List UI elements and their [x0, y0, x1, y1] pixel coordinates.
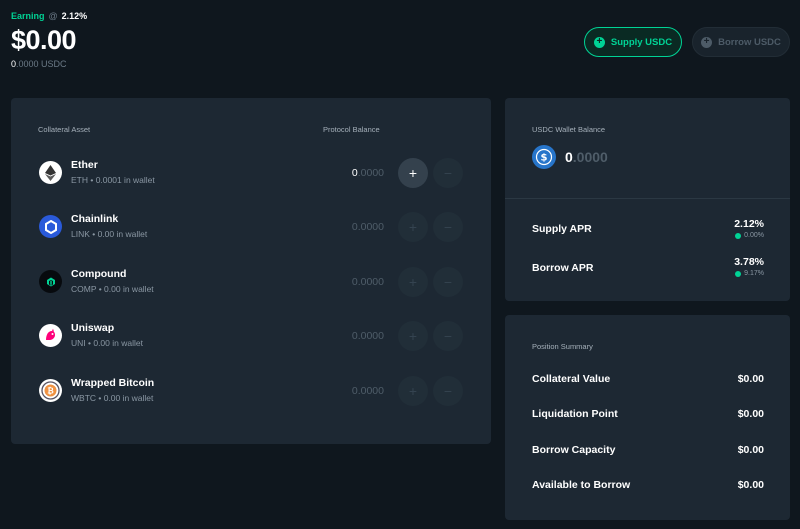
asset-protocol-balance: 0.0000 — [351, 385, 384, 397]
liquidation-point-label: Liquidation Point — [532, 408, 618, 420]
liquidation-point-value: $0.00 — [737, 408, 764, 420]
asset-protocol-balance: 0.0000 — [351, 276, 384, 288]
asset-wallet-balance: WBTC • 0.00 in wallet — [71, 393, 154, 403]
asset-name: Uniswap — [71, 322, 115, 334]
withdraw-chainlink-button[interactable]: − — [433, 212, 463, 242]
withdraw-ether-button[interactable]: − — [433, 158, 463, 188]
supply-apr-label: Supply APR — [532, 223, 592, 235]
asset-wallet-balance: COMP • 0.00 in wallet — [71, 284, 154, 294]
protocol-balance-header: Protocol Balance — [323, 125, 380, 134]
earning-row: Earning @ 2.12% — [11, 11, 87, 21]
available-to-borrow-value: $0.00 — [737, 479, 764, 491]
asset-row-wrapped-bitcoin: ₿ Wrapped Bitcoin WBTC • 0.00 in wallet … — [11, 371, 491, 411]
supply-usdc-button[interactable]: + Supply USDC — [584, 27, 682, 57]
balance-amount: $0.00 — [11, 25, 77, 55]
borrow-capacity-label: Borrow Capacity — [532, 444, 616, 456]
wallet-panel: USDC Wallet Balance $ 0.0000 Supply APR … — [505, 98, 790, 301]
borrow-capacity-value: $0.00 — [737, 444, 764, 456]
withdraw-uniswap-button[interactable]: − — [433, 321, 463, 351]
position-summary-title: Position Summary — [532, 342, 593, 351]
account-header: Earning @ 2.12% $0.00 0.0000 USDC — [11, 11, 87, 69]
compound-icon — [39, 270, 62, 293]
wrapped-bitcoin-icon: ₿ — [39, 379, 62, 402]
supply-ether-button[interactable]: + — [398, 158, 428, 188]
collateral-value: $0.00 — [737, 373, 764, 385]
wallet-amount: 0.0000 — [565, 149, 608, 165]
borrow-usdc-label: Borrow USDC — [718, 36, 781, 48]
asset-row-uniswap: Uniswap UNI • 0.00 in wallet 0.0000 + − — [11, 316, 491, 356]
supply-compound-button[interactable]: + — [398, 267, 428, 297]
asset-row-ether: Ether ETH • 0.0001 in wallet 0.0000 + − — [11, 153, 491, 193]
asset-name: Wrapped Bitcoin — [71, 377, 155, 389]
earning-label: Earning — [11, 11, 45, 21]
asset-protocol-balance: 0.0000 — [351, 221, 384, 233]
ether-icon — [39, 161, 62, 184]
asset-name: Chainlink — [71, 213, 119, 225]
borrow-apr-label: Borrow APR — [532, 262, 594, 274]
plus-circle-icon: + — [701, 36, 713, 48]
asset-wallet-balance: LINK • 0.00 in wallet — [71, 229, 148, 239]
earning-rate: 2.12% — [61, 11, 88, 21]
position-summary-panel: Position Summary Collateral Value $0.00 … — [505, 315, 790, 520]
asset-protocol-balance: 0.0000 — [351, 167, 384, 179]
asset-wallet-balance: ETH • 0.0001 in wallet — [71, 175, 155, 185]
available-to-borrow-label: Available to Borrow — [532, 479, 631, 491]
divider — [505, 198, 790, 199]
earning-at: @ — [48, 11, 58, 21]
supply-comp-apr: 0.00% — [735, 232, 764, 239]
borrow-comp-apr: 9.17% — [735, 270, 764, 277]
asset-row-compound: Compound COMP • 0.00 in wallet 0.0000 + … — [11, 262, 491, 302]
collateral-value-label: Collateral Value — [532, 373, 611, 385]
comp-icon — [735, 270, 742, 277]
supply-usdc-label: Supply USDC — [610, 36, 673, 48]
asset-name: Compound — [71, 268, 127, 280]
svg-text:₿: ₿ — [47, 387, 54, 396]
supply-chainlink-button[interactable]: + — [398, 212, 428, 242]
chainlink-icon — [39, 215, 62, 238]
withdraw-wrapped-bitcoin-button[interactable]: − — [433, 376, 463, 406]
usdc-icon: $ — [532, 145, 556, 169]
comp-icon — [735, 232, 742, 239]
plus-circle-icon: + — [593, 36, 605, 48]
balance-usdc: 0.0000 USDC — [11, 59, 67, 69]
asset-name: Ether — [71, 159, 98, 171]
asset-wallet-balance: UNI • 0.00 in wallet — [71, 338, 143, 348]
collateral-panel: Collateral Asset Protocol Balance Ether … — [11, 98, 491, 444]
collateral-asset-header: Collateral Asset — [38, 125, 91, 134]
borrow-usdc-button[interactable]: + Borrow USDC — [692, 27, 790, 57]
svg-text:$: $ — [541, 153, 548, 164]
supply-apr-value: 2.12% — [734, 218, 764, 230]
wallet-balance-title: USDC Wallet Balance — [532, 125, 606, 134]
asset-protocol-balance: 0.0000 — [351, 330, 384, 342]
supply-uniswap-button[interactable]: + — [398, 321, 428, 351]
asset-row-chainlink: Chainlink LINK • 0.00 in wallet 0.0000 +… — [11, 207, 491, 247]
borrow-apr-value: 3.78% — [734, 256, 764, 268]
withdraw-compound-button[interactable]: − — [433, 267, 463, 297]
uniswap-icon — [39, 324, 62, 347]
supply-wrapped-bitcoin-button[interactable]: + — [398, 376, 428, 406]
